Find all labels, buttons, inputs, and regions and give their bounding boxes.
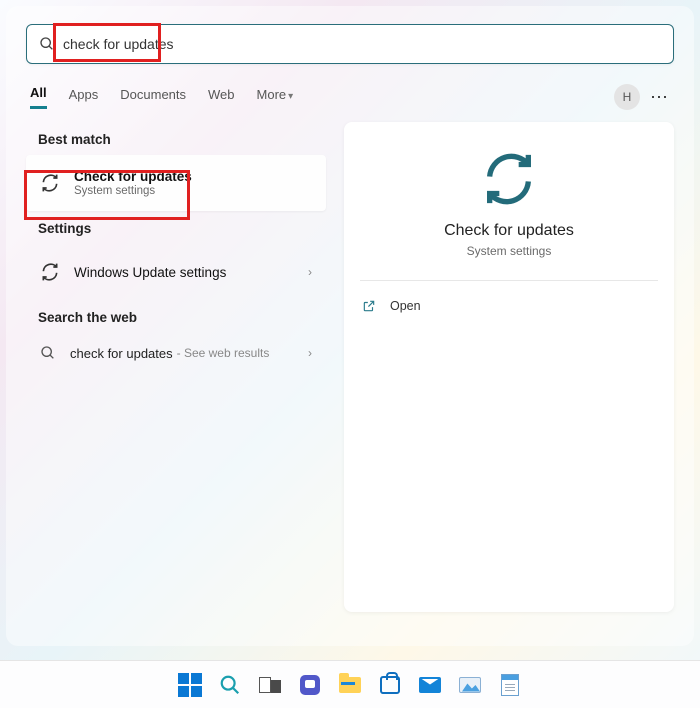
result-subtitle: System settings — [74, 185, 192, 197]
best-match-heading: Best match — [26, 122, 326, 155]
preview-title: Check for updates — [444, 222, 574, 240]
sync-icon — [40, 262, 60, 282]
notepad-icon — [501, 674, 519, 696]
taskbar-task-view[interactable] — [256, 671, 284, 699]
search-icon — [39, 36, 55, 52]
web-query-text: check for updates — [70, 346, 173, 361]
start-search-panel: All Apps Documents Web More▾ H ⋯ Best ma… — [6, 6, 694, 646]
user-avatar[interactable]: H — [614, 84, 640, 110]
taskbar-store[interactable] — [376, 671, 404, 699]
taskbar-start-button[interactable] — [176, 671, 204, 699]
filter-tabs: All Apps Documents Web More▾ H ⋯ — [26, 84, 674, 110]
result-title: Windows Update settings — [74, 265, 226, 280]
windows-logo-icon — [178, 673, 202, 697]
taskbar-file-explorer[interactable] — [336, 671, 364, 699]
result-web-search[interactable]: check for updates - See web results › — [26, 333, 326, 373]
sync-icon — [40, 173, 60, 193]
open-action[interactable]: Open — [360, 293, 658, 319]
preview-panel: Check for updates System settings Open — [344, 122, 674, 612]
taskbar-photos[interactable] — [456, 671, 484, 699]
result-windows-update-settings[interactable]: Windows Update settings › — [26, 244, 326, 300]
taskbar — [0, 660, 700, 708]
taskbar-teams[interactable] — [296, 671, 324, 699]
chevron-down-icon: ▾ — [288, 91, 293, 102]
preview-subtitle: System settings — [467, 244, 552, 258]
taskbar-notepad[interactable] — [496, 671, 524, 699]
results-column: Best match Check for updates System sett… — [26, 122, 326, 612]
open-label: Open — [390, 299, 421, 313]
tab-all[interactable]: All — [30, 85, 47, 109]
search-bar[interactable] — [26, 24, 674, 64]
search-input[interactable] — [63, 36, 661, 52]
result-title: Check for updates — [74, 169, 192, 184]
teams-icon — [300, 675, 320, 695]
folder-icon — [339, 677, 361, 693]
photos-icon — [459, 677, 481, 693]
search-icon — [219, 674, 241, 696]
divider — [360, 280, 658, 281]
tab-more[interactable]: More▾ — [257, 87, 294, 108]
store-icon — [380, 676, 400, 694]
search-icon — [40, 345, 56, 361]
taskbar-mail[interactable] — [416, 671, 444, 699]
chevron-right-icon: › — [308, 265, 312, 279]
sync-icon — [480, 150, 538, 208]
task-view-icon — [259, 677, 281, 693]
more-options-button[interactable]: ⋯ — [650, 87, 670, 108]
search-web-heading: Search the web — [26, 300, 326, 333]
tab-apps[interactable]: Apps — [69, 87, 99, 108]
mail-icon — [419, 677, 441, 693]
tab-documents[interactable]: Documents — [120, 87, 186, 108]
taskbar-search-button[interactable] — [216, 671, 244, 699]
web-hint-text: - See web results — [177, 346, 270, 360]
tab-web[interactable]: Web — [208, 87, 235, 108]
external-link-icon — [362, 299, 376, 313]
chevron-right-icon: › — [308, 346, 312, 360]
settings-heading: Settings — [26, 211, 326, 244]
result-check-for-updates[interactable]: Check for updates System settings — [26, 155, 326, 211]
